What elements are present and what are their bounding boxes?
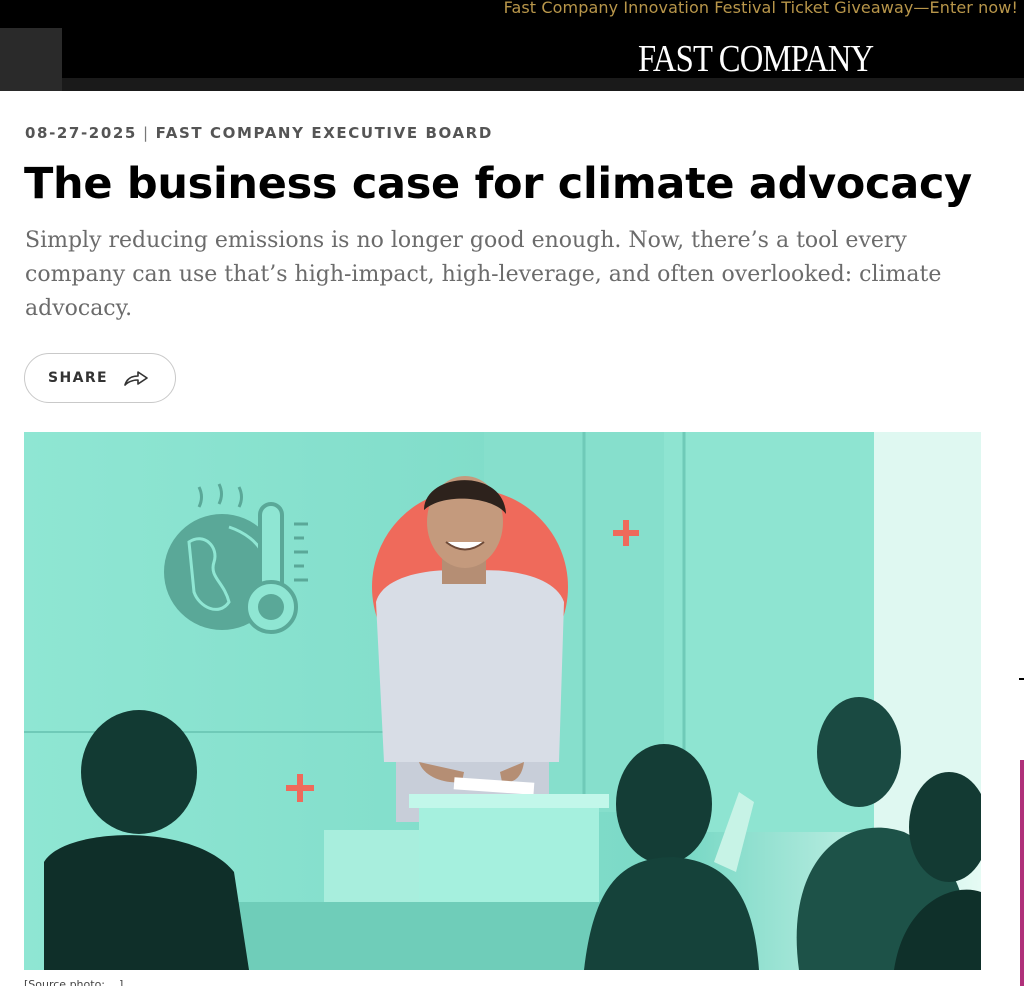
article-deck: Simply reducing emissions is no longer g… [25, 228, 942, 321]
site-header: FAST COMPANY [0, 18, 1024, 91]
hero-illustration [24, 432, 981, 970]
promo-bar[interactable]: Fast Company Innovation Festival Ticket … [0, 0, 1024, 18]
header-band [62, 78, 1024, 91]
article-section[interactable]: FAST COMPANY EXECUTIVE BOARD [156, 124, 493, 142]
article-date: 08-27-2025 [25, 124, 137, 142]
image-caption: [Source photo: ...] [24, 978, 124, 986]
share-label: SHARE [48, 370, 108, 386]
article-title: The business case for climate advocacy [24, 159, 972, 209]
header-menu-area[interactable] [0, 28, 62, 91]
promo-link[interactable]: Fast Company Innovation Festival Ticket … [504, 0, 1018, 17]
article-meta: 08-27-2025 | FAST COMPANY EXECUTIVE BOARD [25, 124, 493, 142]
sidebar-ad-edge [1020, 760, 1024, 986]
share-button[interactable]: SHARE [24, 353, 176, 403]
edge-mark [1019, 678, 1024, 680]
hero-image [24, 432, 981, 970]
site-logo[interactable]: FAST COMPANY [638, 40, 874, 78]
share-arrow-icon [122, 368, 150, 388]
meta-separator: | [142, 124, 150, 142]
